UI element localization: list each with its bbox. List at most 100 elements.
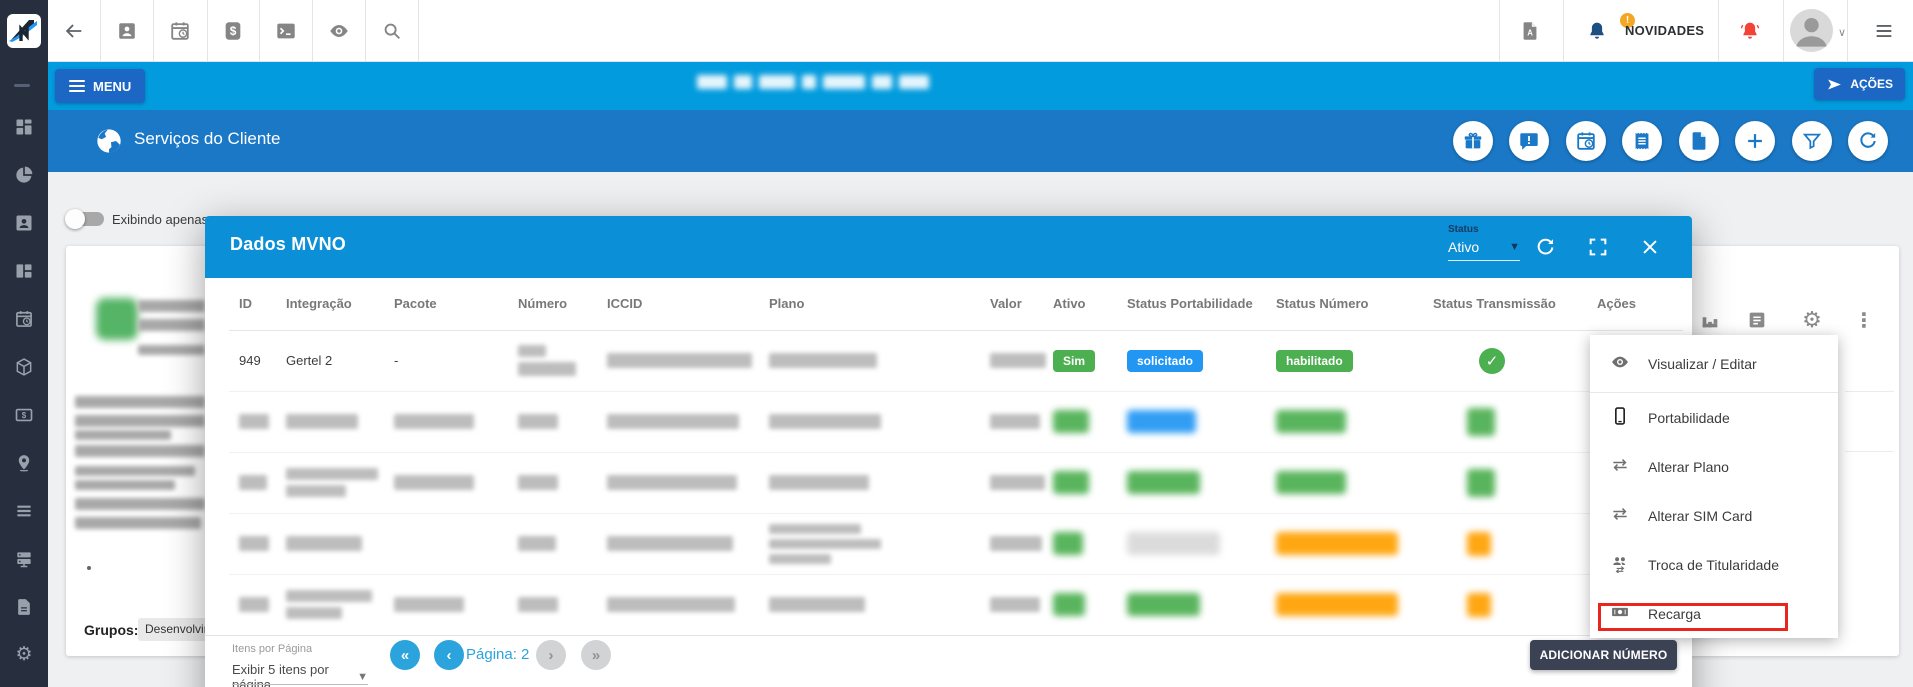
search-button[interactable] (380, 19, 404, 43)
eye-icon (330, 25, 348, 37)
redacted-text (394, 414, 474, 429)
column-header: Número (518, 278, 607, 331)
modal-close-button[interactable] (1638, 235, 1662, 259)
redacted-text (990, 475, 1045, 490)
modal-refresh-button[interactable] (1533, 235, 1557, 259)
globe-icon (97, 129, 121, 153)
page-indicator: Página: 2 (466, 646, 530, 663)
redacted-text (607, 475, 737, 490)
section-title: Serviços do Cliente (134, 129, 281, 148)
feedback-button[interactable] (1509, 121, 1549, 161)
settings-icon-button[interactable]: ⚙ (1800, 308, 1824, 332)
status-badge: habilitado (1276, 349, 1353, 372)
calendar-clock-icon (171, 22, 189, 40)
terminal-button[interactable] (274, 19, 298, 43)
receipt-button[interactable] (1622, 121, 1662, 161)
status-select[interactable]: Status Ativo ▼ (1448, 224, 1520, 261)
notes-icon (1749, 312, 1765, 328)
id-cell (229, 391, 286, 453)
people-swap-icon (1610, 553, 1630, 576)
back-arrow-icon (65, 24, 82, 38)
sidebar-item-schedule[interactable] (14, 309, 34, 329)
sidebar-item-map[interactable] (14, 453, 34, 473)
prev-page-button[interactable]: ‹ (434, 640, 464, 670)
contacts-button[interactable] (115, 19, 139, 43)
redacted-text (286, 536, 362, 551)
add-button[interactable] (1735, 121, 1775, 161)
bar-chart-icon-button[interactable] (1698, 308, 1722, 332)
modal-header: Dados MVNO Status Ativo ▼ (205, 216, 1692, 278)
menu-button[interactable]: MENU (55, 69, 146, 103)
id-cell (229, 452, 286, 514)
list-menu-button[interactable] (1872, 19, 1896, 43)
gear-icon: ⚙ (1802, 307, 1822, 332)
sidebar-item-settings[interactable]: ⚙ (14, 645, 34, 665)
grupo-chip[interactable]: Desenvolvime (138, 618, 210, 641)
sidebar-item-products[interactable] (14, 357, 34, 377)
menu-item-label: Alterar Plano (1648, 458, 1729, 475)
schedule-button[interactable] (168, 19, 192, 43)
redacted-text (518, 362, 576, 376)
redacted-text (769, 353, 877, 368)
schedule-button[interactable] (1566, 121, 1606, 161)
news-bell-button[interactable] (1585, 19, 1609, 43)
alert-bell-button[interactable] (1738, 19, 1762, 43)
modal-fullscreen-button[interactable] (1586, 235, 1610, 259)
redacted-status-badge (1053, 471, 1089, 494)
menu-item-alterar-plano[interactable]: Alterar Plano (1590, 442, 1838, 491)
chevron-down-icon[interactable]: ∨ (1838, 26, 1846, 39)
sidebar-item-financial[interactable]: $ (14, 405, 34, 425)
redacted-text (239, 414, 269, 429)
feedback-icon (1520, 133, 1538, 150)
sidebar-item-clients[interactable] (14, 213, 34, 233)
redacted-text (286, 607, 342, 619)
redacted-text (607, 597, 735, 612)
plano-cell (769, 574, 990, 636)
last-page-button[interactable]: » (581, 640, 611, 670)
app-logo[interactable] (0, 0, 48, 62)
billing-button[interactable]: $ (221, 19, 245, 43)
redacted-text (769, 538, 881, 549)
exibir-toggle-label: Exibindo apenas (112, 212, 209, 227)
menu-item-alterar-sim-card[interactable]: Alterar SIM Card (1590, 491, 1838, 540)
avatar[interactable] (1790, 9, 1833, 52)
pdf-button[interactable]: A (1518, 19, 1542, 43)
menu-item-troca-de-titularidade[interactable]: Troca de Titularidade (1590, 540, 1838, 589)
id-cell (229, 513, 286, 575)
exibir-toggle[interactable] (65, 209, 104, 229)
sidebar-item-documents[interactable] (14, 597, 34, 617)
sidebar-item-kanban[interactable] (14, 261, 34, 281)
valor-cell (990, 452, 1053, 514)
kanban-icon (16, 264, 32, 278)
status_portabilidade-cell: solicitado (1127, 330, 1276, 392)
first-page-button[interactable]: « (390, 640, 420, 670)
close-icon (1643, 240, 1657, 254)
acoes-button[interactable]: AÇÕES (1814, 68, 1905, 100)
sidebar-item-orders[interactable] (14, 501, 34, 521)
gift-icon (1464, 132, 1482, 149)
dados-mvno-modal: Dados MVNO Status Ativo ▼ ID Integração Pa… (205, 216, 1692, 687)
status_portabilidade-cell (1127, 574, 1276, 636)
filter-button[interactable] (1792, 121, 1832, 161)
back-button[interactable] (62, 19, 86, 43)
refresh-button[interactable] (1848, 121, 1888, 161)
redacted-text (990, 536, 1042, 551)
notes-icon-button[interactable] (1745, 308, 1769, 332)
pacote-cell (394, 513, 518, 575)
sidebar-item-reports[interactable] (14, 165, 34, 185)
visibility-button[interactable] (327, 19, 351, 43)
menu-item-visualizar-editar[interactable]: Visualizar / Editar (1590, 335, 1838, 393)
next-page-button[interactable]: › (536, 640, 566, 670)
integracao-cell (286, 391, 394, 453)
gift-button[interactable] (1453, 121, 1493, 161)
check-circle-icon: ✓ (1479, 347, 1505, 374)
redacted-status-badge (1127, 471, 1200, 494)
sidebar-item-network[interactable] (14, 549, 34, 569)
adicionar-numero-button[interactable]: ADICIONAR NÚMERO (1530, 640, 1677, 670)
billing-dollar-icon: $ (225, 22, 241, 40)
sidebar-item-dashboard[interactable] (14, 117, 34, 137)
file-button[interactable] (1679, 121, 1719, 161)
kebab-menu-button[interactable]: ⋮ (1852, 308, 1876, 332)
menu-item-portabilidade[interactable]: Portabilidade (1590, 393, 1838, 442)
redacted-text (286, 590, 372, 602)
